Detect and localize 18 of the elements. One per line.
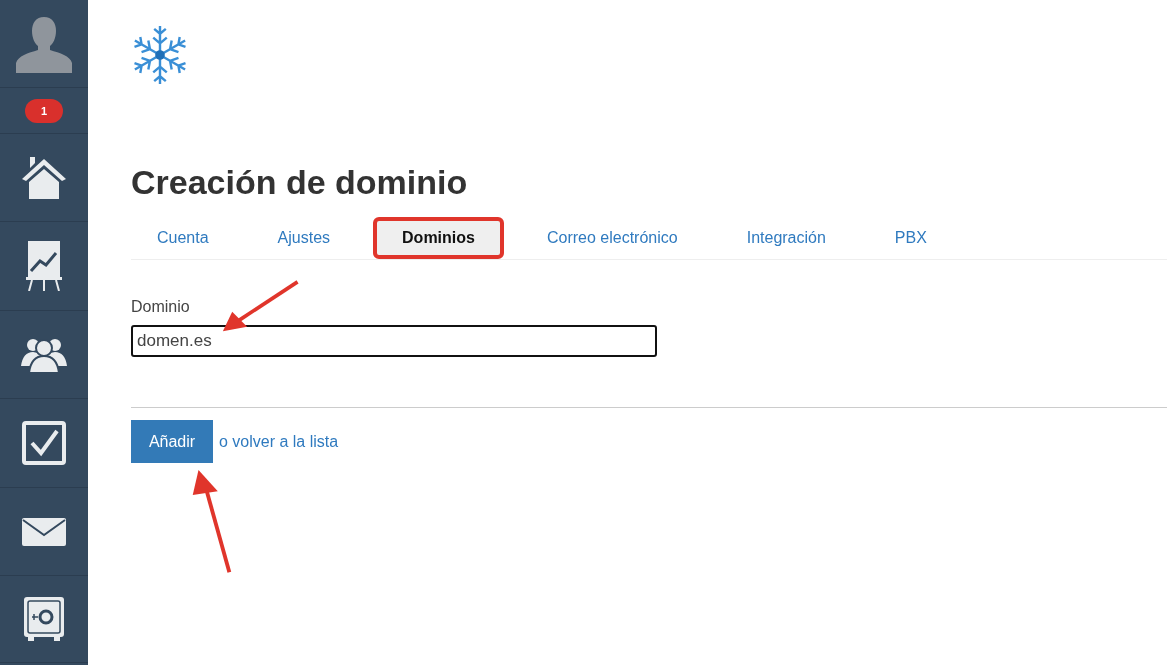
add-button[interactable]: Añadir [131, 420, 213, 463]
tab[interactable]: Cuenta [131, 216, 235, 259]
back-to-list-link[interactable]: o volver a la lista [219, 432, 339, 451]
page-title: Creación de dominio [131, 162, 469, 202]
avatar-silhouette-icon[interactable] [15, 14, 73, 73]
house-icon[interactable] [21, 156, 67, 199]
notification-badge: 1 [25, 98, 63, 123]
field-label: Dominio [131, 298, 191, 316]
domain-input-field[interactable]: domen.es [131, 325, 657, 357]
tab[interactable]: Ajustes [251, 216, 357, 259]
tab[interactable]: Correo electrónico [520, 216, 704, 259]
tab[interactable]: Dominios [373, 216, 504, 259]
safe-icon[interactable] [24, 597, 64, 641]
presentation-chart-icon[interactable] [26, 241, 62, 291]
tab[interactable]: Integración [720, 216, 852, 259]
checkbox-icon[interactable] [22, 421, 66, 465]
tab[interactable]: PBX [868, 216, 953, 259]
envelope-icon[interactable] [22, 517, 66, 546]
